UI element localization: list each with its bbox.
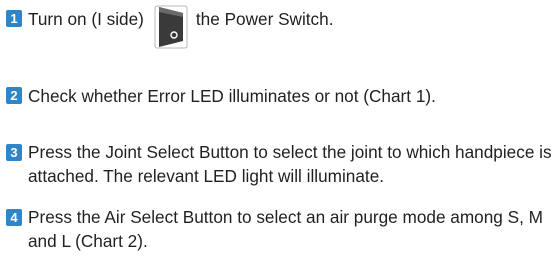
step-4-text: Press the Air Select Button to select an…	[28, 207, 543, 251]
step-number-badge: 4	[6, 209, 22, 226]
power-switch-icon	[154, 5, 188, 49]
step-1-text-after: the Power Switch.	[195, 9, 334, 29]
step-2: 2 Check whether Error LED illuminates or…	[6, 84, 436, 108]
step-4: 4 Press the Air Select Button to select …	[6, 206, 558, 253]
step-number-badge: 2	[6, 87, 22, 104]
step-3-text: Press the Joint Select Button to select …	[28, 142, 552, 186]
step-number-badge: 1	[6, 10, 22, 27]
step-1: 1 Turn on (I side) the Power Switch.	[6, 5, 334, 51]
step-number-badge: 3	[6, 144, 22, 161]
step-1-text-before: Turn on (I side)	[28, 9, 144, 29]
step-3: 3 Press the Joint Select Button to selec…	[6, 141, 558, 188]
step-2-text: Check whether Error LED illuminates or n…	[28, 86, 436, 106]
